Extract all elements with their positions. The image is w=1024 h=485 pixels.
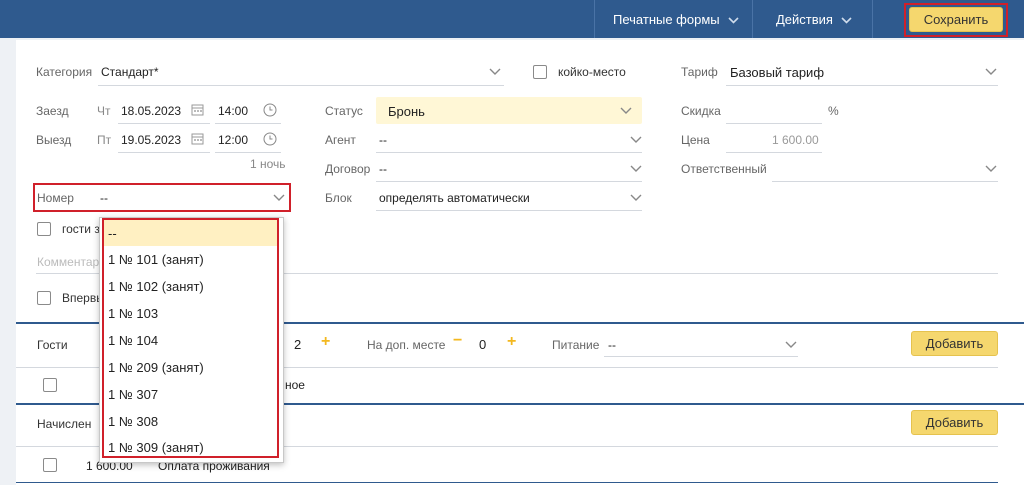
- contract-value[interactable]: --: [379, 162, 387, 176]
- add-guest-button[interactable]: Добавить: [911, 331, 998, 356]
- block-label: Блок: [325, 191, 352, 205]
- responsible-underline: [772, 181, 998, 182]
- checkout-day: Пт: [97, 133, 112, 147]
- calendar-icon[interactable]: [191, 103, 204, 119]
- status-label: Статус: [325, 104, 363, 118]
- charges-section-label: Начислен: [37, 417, 92, 431]
- add-charge-button[interactable]: Добавить: [911, 410, 998, 435]
- bed-place-checkbox[interactable]: [533, 65, 547, 79]
- responsible-label: Ответственный: [681, 162, 767, 176]
- tariff-value[interactable]: Базовый тариф: [730, 65, 824, 80]
- price-underline: [726, 152, 822, 153]
- checkout-date-underline: [118, 152, 210, 153]
- category-value[interactable]: Стандарт*: [101, 65, 159, 79]
- category-underline: [98, 85, 504, 86]
- guest-row-text: ное: [285, 378, 305, 392]
- chevron-down-icon: [841, 12, 852, 27]
- block-underline: [376, 210, 642, 211]
- tariff-label: Тариф: [681, 65, 718, 79]
- top-separator: [752, 0, 753, 38]
- checkout-label: Выезд: [36, 133, 72, 147]
- checkout-date[interactable]: 19.05.2023: [121, 133, 181, 147]
- price-label: Цена: [681, 133, 710, 147]
- chevron-down-icon[interactable]: [489, 68, 501, 76]
- first-time-checkbox[interactable]: [37, 291, 51, 305]
- print-forms-label: Печатные формы: [613, 11, 720, 27]
- food-value[interactable]: --: [608, 338, 616, 352]
- save-button[interactable]: Сохранить: [909, 7, 1003, 32]
- room-highlight-frame: [33, 183, 291, 212]
- price-value[interactable]: 1 600.00: [772, 133, 819, 147]
- block-value[interactable]: определять автоматически: [379, 191, 530, 205]
- charge-row-checkbox[interactable]: [43, 458, 57, 472]
- guests-checkbox[interactable]: [37, 222, 51, 236]
- checkin-time[interactable]: 14:00: [218, 104, 248, 118]
- contract-underline: [376, 181, 642, 182]
- clock-icon[interactable]: [263, 132, 277, 149]
- print-forms-menu[interactable]: Печатные формы: [613, 0, 739, 38]
- agent-value[interactable]: --: [379, 133, 387, 147]
- chevron-down-icon[interactable]: [620, 107, 632, 115]
- actions-menu[interactable]: Действия: [776, 0, 852, 38]
- plus-icon[interactable]: +: [321, 333, 330, 351]
- top-separator: [594, 0, 595, 38]
- chevron-down-icon: [728, 12, 739, 27]
- bed-place-label: койко-место: [558, 65, 626, 79]
- guests-section-label: Гости: [37, 338, 68, 352]
- minus-icon[interactable]: −: [453, 332, 462, 350]
- food-label: Питание: [552, 338, 600, 352]
- chevron-down-icon[interactable]: [985, 165, 997, 173]
- guests-count[interactable]: 2: [294, 337, 301, 352]
- chevron-down-icon[interactable]: [630, 136, 642, 144]
- guest-row-checkbox[interactable]: [43, 378, 57, 392]
- guests-checkbox-label: гости з: [62, 222, 100, 236]
- food-underline: [604, 356, 798, 357]
- discount-unit: %: [828, 104, 839, 118]
- chevron-down-icon[interactable]: [785, 341, 797, 349]
- extra-place-count[interactable]: 0: [479, 337, 486, 352]
- category-label: Категория: [36, 65, 93, 79]
- checkin-date-underline: [118, 123, 210, 124]
- clock-icon[interactable]: [263, 103, 277, 120]
- nights-count: 1 ночь: [250, 157, 286, 171]
- contract-label: Договор: [325, 162, 371, 176]
- bottom-divider: [16, 482, 998, 483]
- checkout-time[interactable]: 12:00: [218, 133, 248, 147]
- checkin-date[interactable]: 18.05.2023: [121, 104, 181, 118]
- agent-label: Агент: [325, 133, 356, 147]
- plus-icon[interactable]: +: [507, 333, 516, 351]
- actions-label: Действия: [776, 11, 833, 27]
- extra-place-label: На доп. месте: [367, 338, 446, 352]
- tariff-underline: [726, 85, 998, 86]
- discount-underline: [726, 123, 822, 124]
- top-bar: [0, 0, 1024, 38]
- chevron-down-icon[interactable]: [630, 194, 642, 202]
- checkin-day: Чт: [97, 104, 111, 118]
- chevron-down-icon[interactable]: [985, 68, 997, 76]
- dropdown-highlight-frame: [102, 218, 279, 458]
- comment-input[interactable]: Комментар: [37, 255, 99, 269]
- chevron-down-icon[interactable]: [630, 165, 642, 173]
- agent-underline: [376, 152, 642, 153]
- discount-label: Скидка: [681, 104, 721, 118]
- status-value: Бронь: [388, 104, 425, 119]
- calendar-icon[interactable]: [191, 132, 204, 148]
- checkout-time-underline: [215, 152, 281, 153]
- checkin-time-underline: [215, 123, 281, 124]
- top-separator: [872, 0, 873, 38]
- checkin-label: Заезд: [36, 104, 69, 118]
